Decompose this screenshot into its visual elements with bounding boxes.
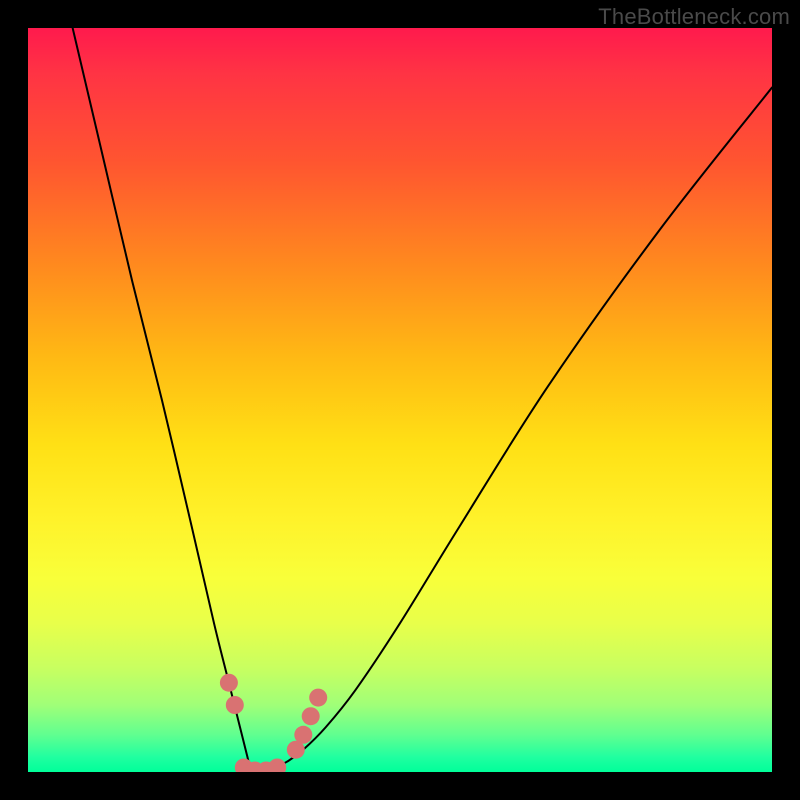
curve-marker (302, 707, 320, 725)
curve-marker (220, 674, 238, 692)
curve-markers (220, 674, 327, 772)
bottleneck-curve (73, 28, 772, 772)
curve-marker (309, 689, 327, 707)
curve-marker (268, 759, 286, 773)
watermark-text: TheBottleneck.com (598, 4, 790, 30)
curve-marker (226, 696, 244, 714)
chart-frame: TheBottleneck.com (0, 0, 800, 800)
curve-svg (28, 28, 772, 772)
plot-area (28, 28, 772, 772)
curve-marker (294, 726, 312, 744)
